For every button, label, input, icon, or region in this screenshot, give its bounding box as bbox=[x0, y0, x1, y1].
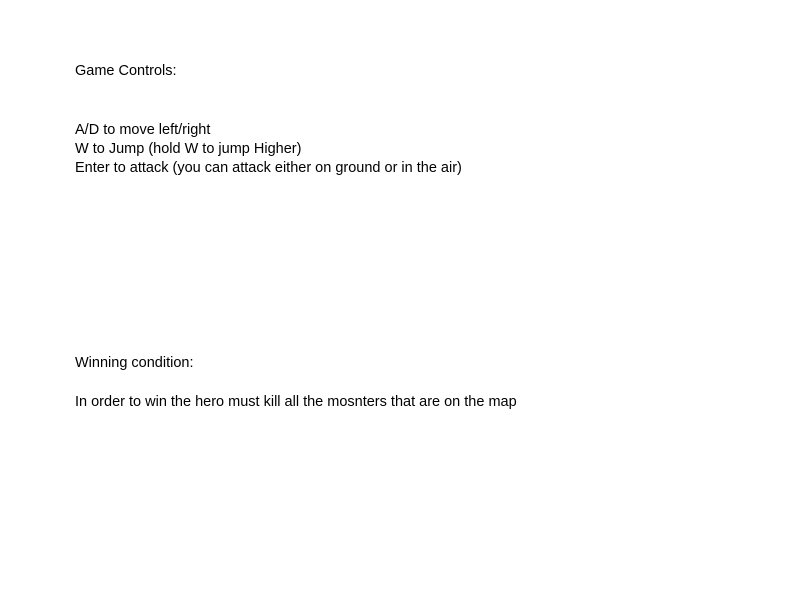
move-control-text: A/D to move left/right bbox=[75, 122, 211, 138]
document-page: Game Controls: A/D to move left/right W … bbox=[0, 0, 800, 600]
winning-condition-heading: Winning condition: bbox=[75, 355, 194, 371]
winning-condition-text: In order to win the hero must kill all t… bbox=[75, 394, 517, 410]
jump-control-text: W to Jump (hold W to jump Higher) bbox=[75, 141, 302, 157]
attack-control-text: Enter to attack (you can attack either o… bbox=[75, 160, 462, 176]
game-controls-heading: Game Controls: bbox=[75, 63, 177, 79]
